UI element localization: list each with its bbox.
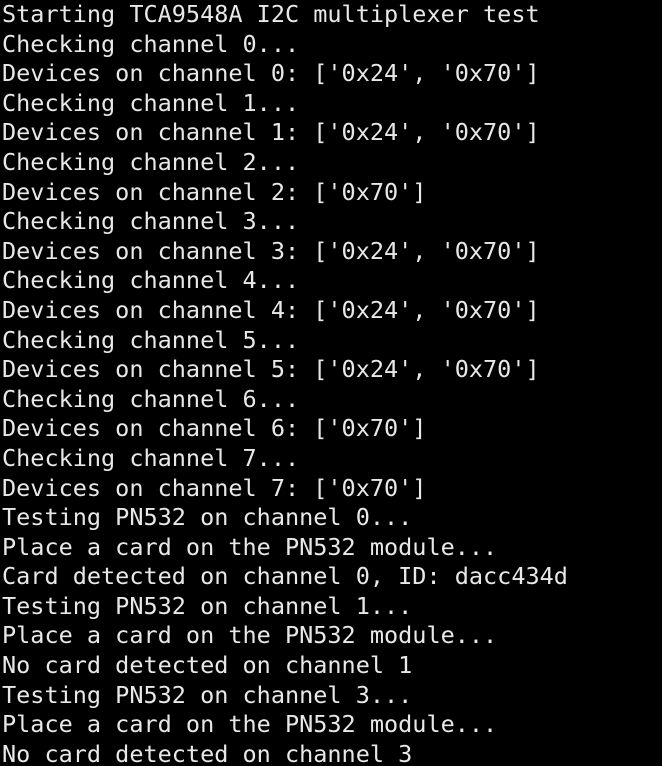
- terminal-line: Starting TCA9548A I2C multiplexer test: [2, 0, 540, 28]
- terminal-line: Testing PN532 on channel 1...: [2, 591, 413, 620]
- terminal-line: Devices on channel 1: ['0x24', '0x70']: [2, 118, 540, 147]
- terminal-line: Checking channel 7...: [2, 443, 300, 472]
- terminal-line: Checking channel 2...: [2, 147, 300, 176]
- terminal-line: Devices on channel 3: ['0x24', '0x70']: [2, 236, 540, 265]
- terminal-line: Devices on channel 6: ['0x70']: [2, 414, 427, 443]
- terminal-line: Place a card on the PN532 module...: [2, 532, 498, 561]
- terminal-line: Checking channel 5...: [2, 325, 300, 354]
- terminal-line: Devices on channel 0: ['0x24', '0x70']: [2, 59, 540, 88]
- terminal-output[interactable]: Starting TCA9548A I2C multiplexer test C…: [0, 0, 662, 766]
- terminal-line: Checking channel 4...: [2, 266, 300, 295]
- terminal-line: Checking channel 1...: [2, 88, 300, 117]
- terminal-line: No card detected on channel 3: [2, 739, 413, 766]
- terminal-line: Devices on channel 7: ['0x70']: [2, 473, 427, 502]
- terminal-line: Testing PN532 on channel 0...: [2, 503, 413, 532]
- terminal-line: Testing PN532 on channel 3...: [2, 680, 413, 709]
- terminal-line: Checking channel 6...: [2, 384, 300, 413]
- terminal-line: Checking channel 0...: [2, 29, 300, 58]
- terminal-line: Card detected on channel 0, ID: dacc434d: [2, 562, 568, 591]
- terminal-line: Devices on channel 2: ['0x70']: [2, 177, 427, 206]
- terminal-line: Devices on channel 5: ['0x24', '0x70']: [2, 355, 540, 384]
- terminal-line: Devices on channel 4: ['0x24', '0x70']: [2, 295, 540, 324]
- terminal-line: Place a card on the PN532 module...: [2, 621, 498, 650]
- terminal-line: No card detected on channel 1: [2, 651, 413, 680]
- terminal-line: Checking channel 3...: [2, 207, 300, 236]
- terminal-line: Place a card on the PN532 module...: [2, 710, 498, 739]
